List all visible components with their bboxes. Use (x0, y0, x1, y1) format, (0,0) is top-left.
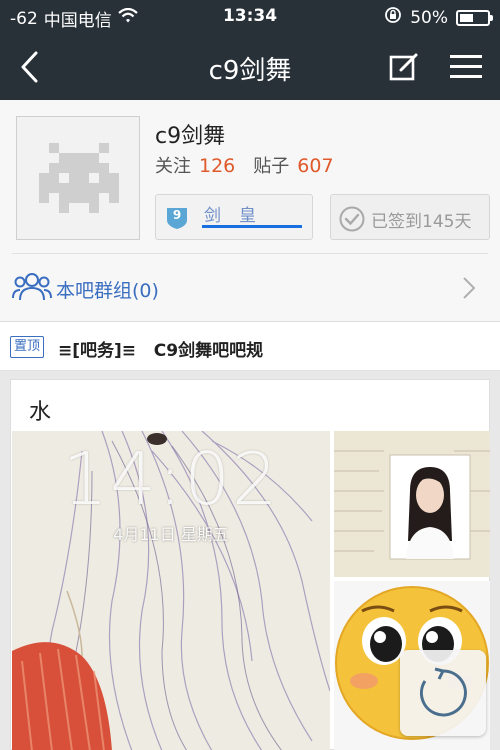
chevron-right-icon (463, 277, 476, 299)
post-image-drawing[interactable]: 14:02 4月11日 星期五 (12, 431, 330, 750)
group-icon (12, 273, 52, 301)
post-title: 水 (29, 400, 52, 425)
sticky-post-row[interactable]: 置顶 ≡[吧务]≡ C9剑舞吧吧规 (0, 323, 500, 371)
pinned-tag: 置顶 (10, 336, 45, 358)
battery-fill (460, 13, 473, 22)
refresh-icon (419, 667, 467, 717)
lockscreen-date: 4月11日 星期五 (113, 525, 229, 544)
forum-group-row[interactable]: 本吧群组(0) (0, 268, 500, 312)
forum-name: c9剑舞 (155, 124, 226, 149)
group-label: 本吧群组(0) (56, 280, 159, 302)
signin-label: 已签到145天 (371, 212, 472, 232)
level-title: 剑皇 (204, 206, 274, 226)
forum-stats: 关注 126 贴子 607 (155, 152, 344, 178)
rotation-lock-icon (384, 6, 402, 29)
edit-icon (389, 53, 418, 81)
menu-button[interactable] (448, 52, 484, 82)
sticky-post-title: ≡[吧务]≡ C9剑舞吧吧规 (58, 341, 264, 361)
level-number: 9 (172, 208, 182, 222)
follow-count: 126 (199, 155, 236, 177)
check-circle-icon (339, 206, 365, 232)
follow-label: 关注 (155, 156, 191, 177)
battery-icon (456, 9, 493, 26)
signin-button[interactable]: 已签到145天 (330, 194, 490, 240)
post-image-id-photo[interactable] (334, 431, 490, 577)
divider (12, 253, 488, 254)
forum-avatar[interactable] (16, 116, 140, 240)
battery-percent: 50% (410, 7, 448, 28)
forum-header: c9剑舞 关注 126 贴子 607 9 剑皇 已签到145天 本吧群组(0) (0, 100, 500, 322)
posts-label: 贴子 (253, 156, 290, 177)
refresh-button[interactable] (400, 650, 486, 736)
compose-button[interactable] (388, 51, 420, 83)
space-invader-icon (39, 143, 119, 213)
status-bar: -62 中国电信 13:34 50% (0, 0, 500, 34)
level-progress-bar (202, 225, 302, 228)
posts-count: 607 (297, 155, 334, 177)
lockscreen-time: 14:02 (62, 437, 280, 521)
id-photo-image (334, 431, 490, 577)
menu-icon (450, 55, 482, 78)
nav-bar: c9剑舞 (0, 34, 500, 100)
level-badge[interactable]: 9 剑皇 (155, 194, 313, 240)
page-title: c9剑舞 (208, 56, 292, 86)
